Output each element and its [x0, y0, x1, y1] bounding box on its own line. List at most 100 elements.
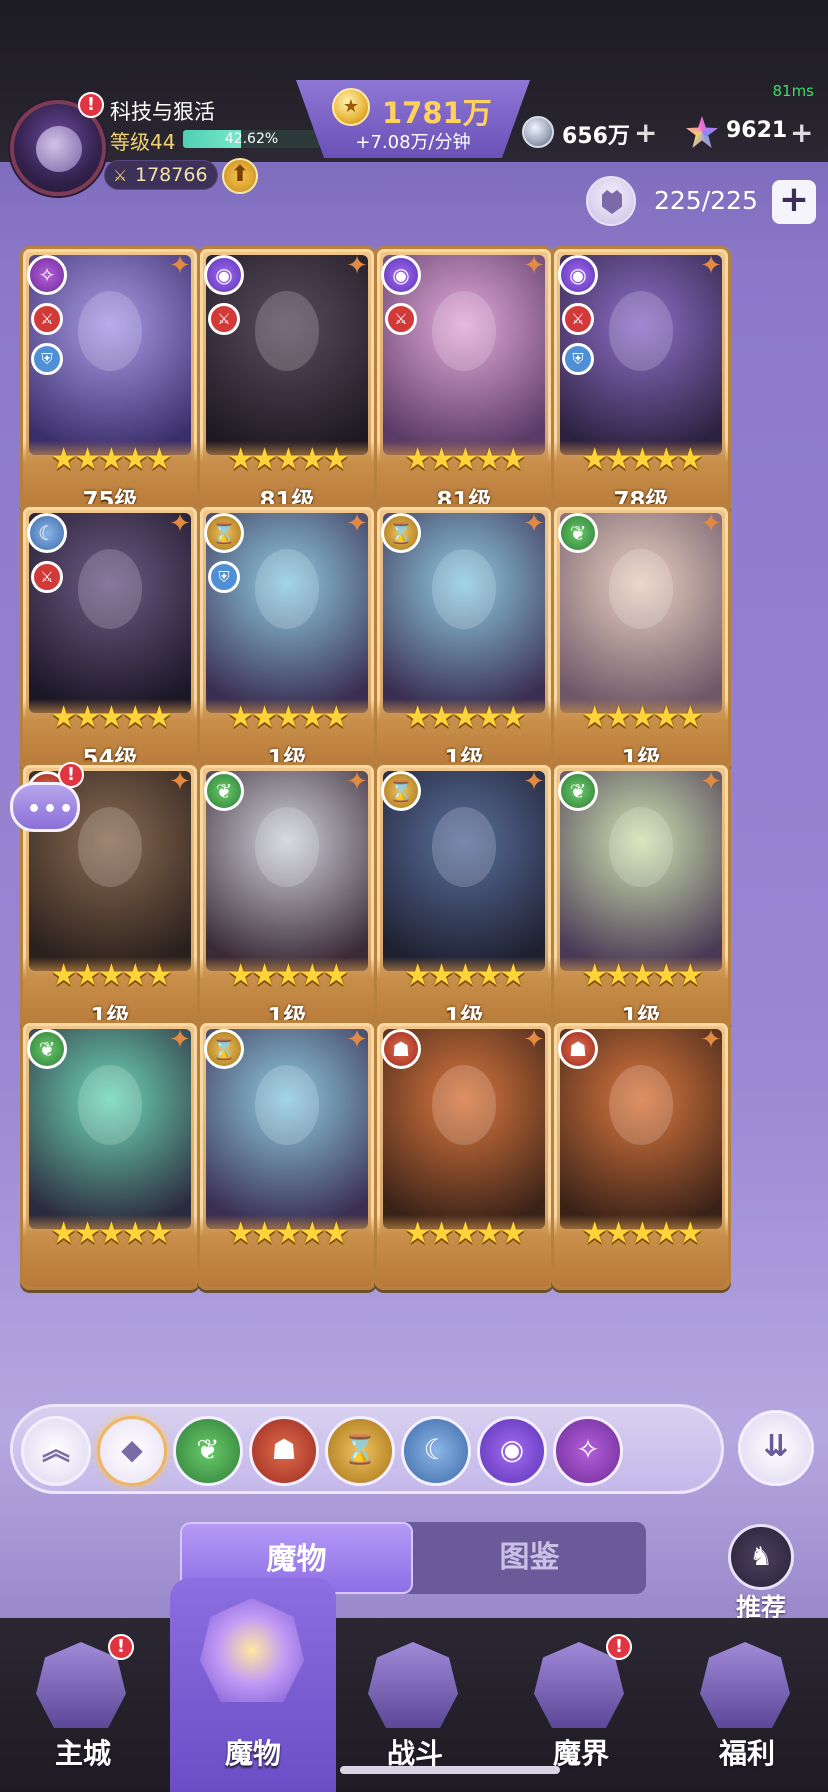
- card-corner-ornament-icon: ✦: [700, 509, 722, 539]
- star-rating: ★★★★★: [404, 442, 526, 477]
- monster-card[interactable]: ✦ ◉ ⚔ ⛨ ★★★★★ 78级: [551, 246, 731, 516]
- filter-nature-button[interactable]: ❦: [173, 1416, 243, 1486]
- monster-card[interactable]: ✦ ◉ ⚔ ★★★★★ 81级: [197, 246, 377, 516]
- add-silver-button[interactable]: +: [634, 116, 657, 149]
- filter-time-button[interactable]: ⌛: [325, 1416, 395, 1486]
- monster-capacity: 225/225 +: [586, 176, 820, 226]
- arrow-up-icon: ⬆: [230, 162, 250, 187]
- star-rating: ★★★★★: [227, 958, 349, 993]
- gold-coin-icon: ★: [332, 88, 370, 126]
- home-indicator: [340, 1766, 560, 1774]
- monster-card[interactable]: ✦ ☾ ⚔ ★★★★★ 54级: [20, 504, 200, 774]
- username: 科技与狠活: [110, 100, 215, 124]
- monster-card[interactable]: ✦ ⌛ ⛨ ★★★★★ 1级: [197, 504, 377, 774]
- monster-card[interactable]: ✦ ☗ ★★★★★: [551, 1020, 731, 1290]
- player-level: 等级44: [110, 130, 176, 154]
- swirl-icon: ✧: [27, 255, 67, 295]
- monster-card[interactable]: ✦ ⌛ ★★★★★: [197, 1020, 377, 1290]
- star-rating: ★★★★★: [404, 958, 526, 993]
- dragon-icon: ☾: [423, 1433, 449, 1466]
- demon-mask-icon: ☗: [271, 1433, 297, 1466]
- nav-alert-badge: !: [108, 1634, 134, 1660]
- nav-alert-badge: !: [606, 1634, 632, 1660]
- gem-resource: 9621 +: [686, 114, 818, 150]
- avatar-alert-badge: !: [78, 92, 104, 118]
- faction-filter-bar: ︽ ◆ ❦ ☗ ⌛ ☾ ◉ ✧: [10, 1404, 724, 1494]
- monster-card[interactable]: ✦ ❦ ★★★★★ 1级: [551, 762, 731, 1032]
- filter-arcane-button[interactable]: ✧: [553, 1416, 623, 1486]
- card-corner-ornament-icon: ✦: [169, 251, 191, 281]
- leaf-icon: ❦: [27, 1029, 67, 1069]
- star-gem-icon: [686, 116, 718, 148]
- monster-card[interactable]: ✦ ❦ ★★★★★ 1级: [197, 762, 377, 1032]
- star-rating: ★★★★★: [50, 442, 172, 477]
- monster-card[interactable]: ✦ ⌛ ★★★★★ 1级: [374, 762, 554, 1032]
- expand-capacity-button[interactable]: +: [772, 180, 816, 224]
- monster-card[interactable]: ✦ ◉ ⚔ ★★★★★ 81级: [374, 246, 554, 516]
- leaf-icon: ❦: [558, 513, 598, 553]
- shield-icon: ⛨: [208, 561, 240, 593]
- nav-label: 主城: [54, 1737, 111, 1770]
- xp-bar: 42.62%: [183, 130, 320, 148]
- silver-coin-icon: [522, 116, 554, 148]
- hourglass-icon: ⌛: [381, 513, 421, 553]
- nav-castle[interactable]: 主城!: [0, 1618, 166, 1792]
- card-corner-ornament-icon: ✦: [700, 767, 722, 797]
- upgrade-button[interactable]: ⬆: [222, 158, 258, 194]
- gift-chest-icon: [700, 1642, 790, 1728]
- shield-icon: ⛨: [31, 343, 63, 375]
- filter-eye-button[interactable]: ◉: [477, 1416, 547, 1486]
- nav-label: 福利: [718, 1737, 775, 1770]
- hourglass-icon: ⌛: [204, 513, 244, 553]
- fps-readout: 81ms: [772, 82, 814, 100]
- monster-card[interactable]: ✦ ⌛ ★★★★★ 1级: [374, 504, 554, 774]
- card-corner-ornament-icon: ✦: [700, 1025, 722, 1055]
- monster-card[interactable]: ✦ ❦ ★★★★★: [20, 1020, 200, 1290]
- star-rating: ★★★★★: [404, 1216, 526, 1251]
- star-rating: ★★★★★: [227, 700, 349, 735]
- monster-card[interactable]: ✦ ☗ ★★★★★: [374, 1020, 554, 1290]
- gold-rate: +7.08万/分钟: [355, 132, 471, 153]
- nav-gift-chest[interactable]: 福利: [664, 1618, 828, 1792]
- star-rating: ★★★★★: [581, 700, 703, 735]
- monster-card[interactable]: ✦ ❦ ★★★★★ 1级: [551, 504, 731, 774]
- crossed-swords-icon: ⚔: [31, 561, 63, 593]
- hourglass-icon: ⌛: [342, 1433, 378, 1466]
- shield-icon: ⛨: [562, 343, 594, 375]
- star-rating: ★★★★★: [50, 700, 172, 735]
- team-recommend-icon: ♞: [728, 1524, 794, 1590]
- star-rating: ★★★★★: [581, 442, 703, 477]
- sort-button[interactable]: ⇊: [738, 1410, 814, 1486]
- hourglass-icon: ⌛: [381, 771, 421, 811]
- demon-mask-icon: ☗: [381, 1029, 421, 1069]
- recommend-button[interactable]: ♞ 推荐: [726, 1524, 796, 1622]
- monster-card[interactable]: ✦ ✧ ⚔ ⛨ ★★★★★ 75级: [20, 246, 200, 516]
- sort-list-icon: ⇊: [763, 1429, 789, 1464]
- filter-demon-button[interactable]: ☗: [249, 1416, 319, 1486]
- card-corner-ornament-icon: ✦: [346, 1025, 368, 1055]
- diamond-grid-icon: ◆: [121, 1433, 143, 1466]
- add-gem-button[interactable]: +: [790, 116, 813, 149]
- monster-flame-icon: [200, 1598, 304, 1702]
- star-rating: ★★★★★: [404, 700, 526, 735]
- card-corner-ornament-icon: ✦: [523, 509, 545, 539]
- silver-amount: 656万: [562, 124, 630, 149]
- card-corner-ornament-icon: ✦: [346, 509, 368, 539]
- collapse-button[interactable]: ︽: [21, 1416, 91, 1486]
- nav-monster-flame[interactable]: 魔物: [170, 1578, 336, 1792]
- card-corner-ornament-icon: ✦: [346, 767, 368, 797]
- tab-codex[interactable]: 图鉴: [413, 1522, 646, 1594]
- crossed-swords-icon: ⚔: [385, 303, 417, 335]
- crossed-swords-icon: ⚔: [208, 303, 240, 335]
- gem-amount: 9621: [726, 118, 788, 143]
- filter-all-button[interactable]: ◆: [97, 1416, 167, 1486]
- chat-button[interactable]: •••: [10, 782, 80, 832]
- chevron-double-up-icon: ︽: [41, 1433, 70, 1466]
- gold-panel[interactable]: ★ 1781万 +7.08万/分钟: [296, 80, 530, 158]
- card-corner-ornament-icon: ✦: [523, 1025, 545, 1055]
- eye-icon: ◉: [558, 255, 598, 295]
- eye-icon: ◉: [499, 1433, 525, 1466]
- filter-dragon-button[interactable]: ☾: [401, 1416, 471, 1486]
- gold-amount: 1781万: [382, 96, 492, 130]
- chat-alert-badge: !: [58, 762, 84, 788]
